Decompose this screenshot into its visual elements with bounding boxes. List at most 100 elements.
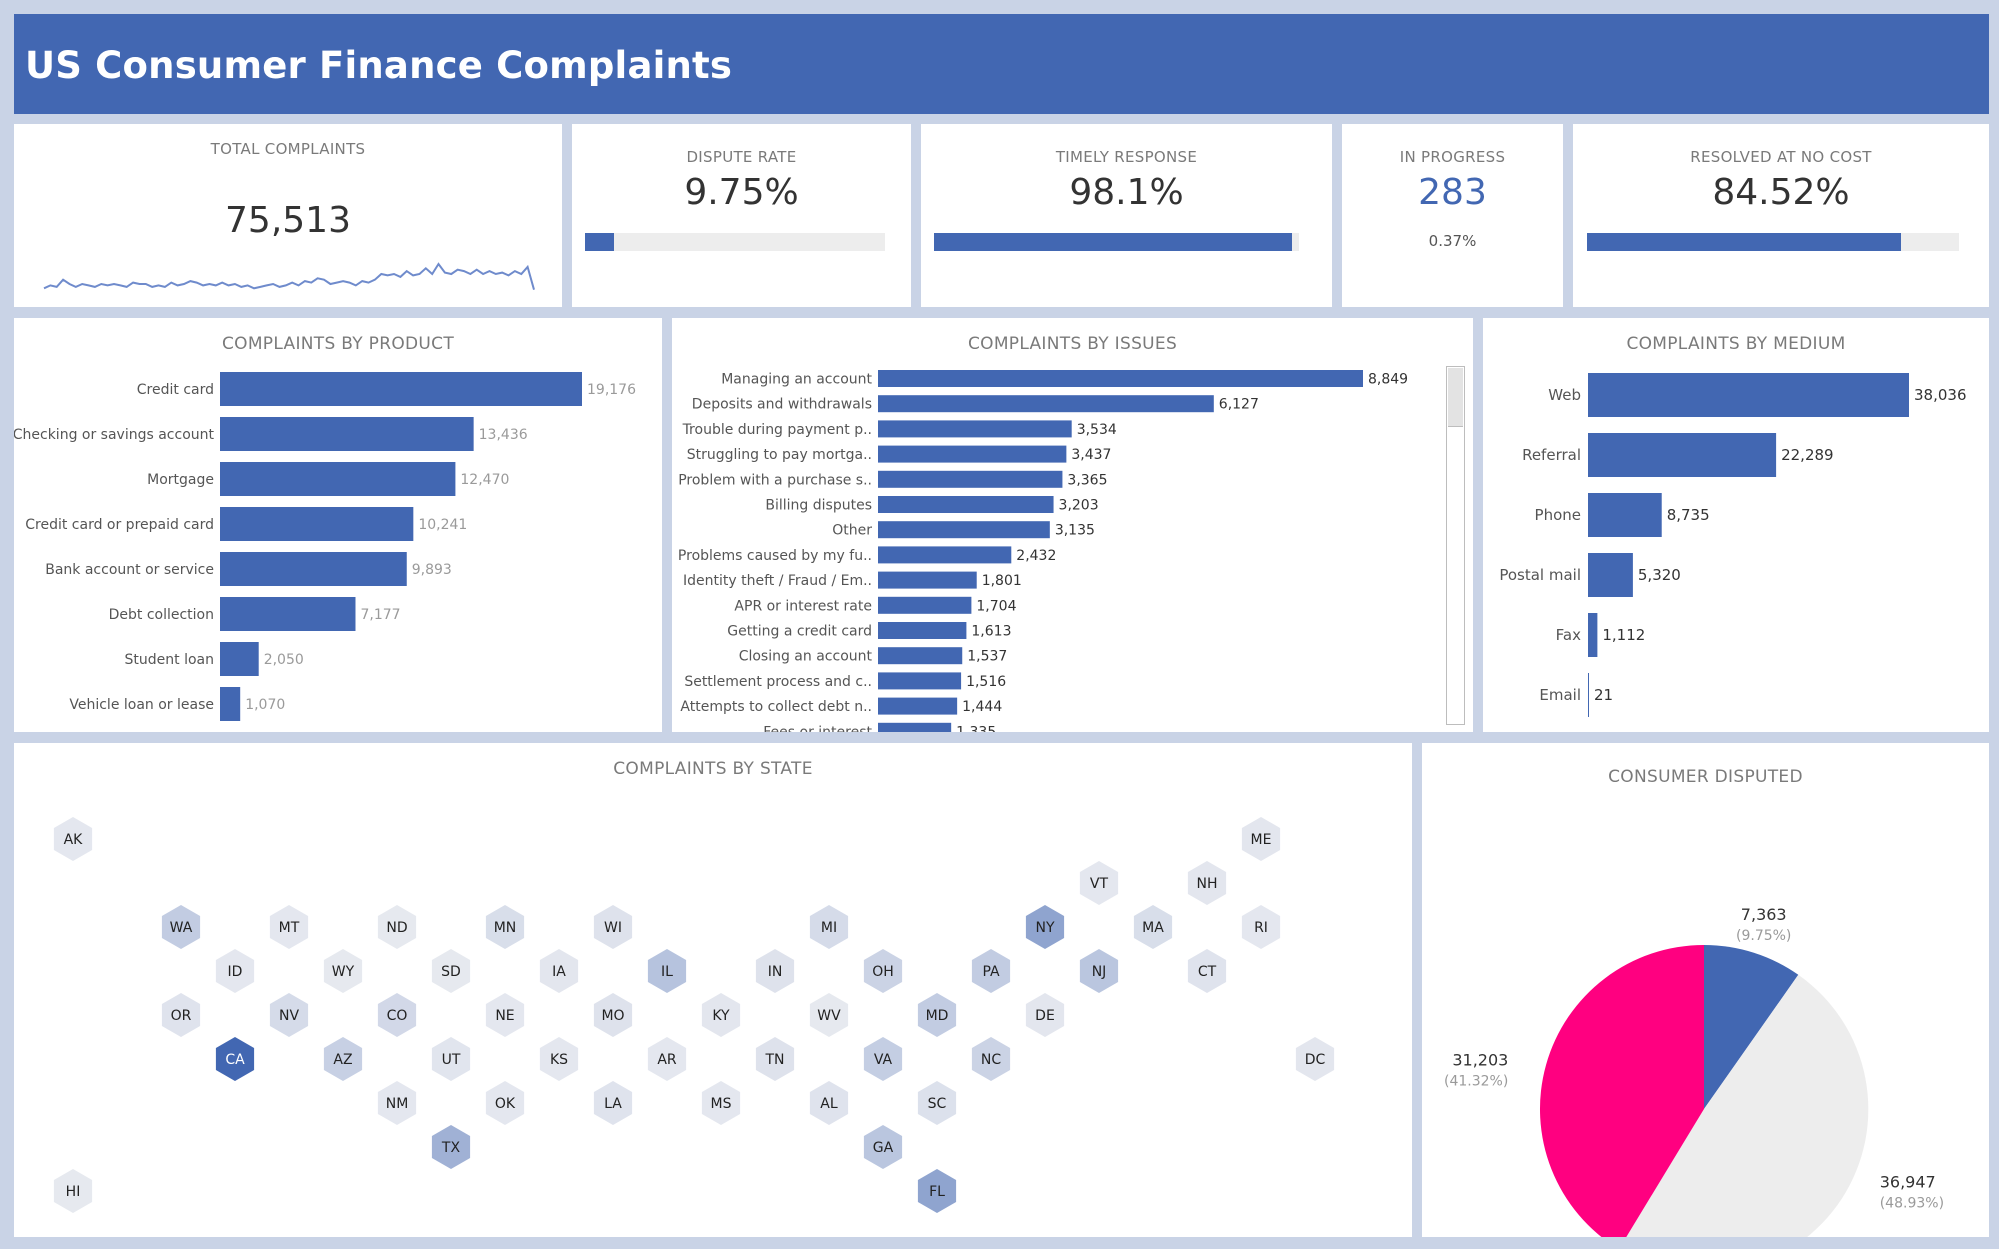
kpi-timely-response[interactable]: TIMELY RESPONSE 98.1%: [921, 124, 1332, 307]
bar[interactable]: [878, 420, 1072, 438]
bar[interactable]: [220, 417, 474, 451]
value-label: 3,203: [1059, 498, 1099, 514]
bar[interactable]: [878, 445, 1067, 463]
value-label: 1,444: [962, 699, 1002, 715]
bar[interactable]: [220, 597, 356, 631]
bar[interactable]: [1588, 493, 1662, 537]
state-label: CA: [225, 1052, 245, 1068]
slice-pct-label: (48.93%): [1880, 1195, 1944, 1211]
value-label: 2,050: [264, 652, 304, 668]
bar[interactable]: [878, 596, 972, 614]
bar[interactable]: [1588, 553, 1633, 597]
complaints-by-issues-chart[interactable]: Managing an account 8,849 Deposits and wit…: [672, 318, 1473, 732]
complaints-by-product-chart[interactable]: Credit card 19,176 Checking or savings acc…: [14, 318, 662, 732]
bar[interactable]: [878, 521, 1050, 539]
category-label: Web: [1548, 386, 1581, 404]
bar[interactable]: [220, 507, 414, 541]
value-label: 8,735: [1667, 506, 1710, 524]
state-label: NC: [981, 1052, 1001, 1068]
category-label: Student loan: [125, 652, 214, 668]
value-label: 22,289: [1781, 446, 1834, 464]
state-label: ID: [228, 964, 243, 980]
complaints-by-medium-chart[interactable]: Web 38,036 Referral 22,289 Phone 8,735 Postal …: [1483, 318, 1989, 732]
issues-scroll-thumb[interactable]: [1448, 368, 1463, 427]
panel-complaints-by-issues: COMPLAINTS BY ISSUES Managing an account…: [672, 318, 1473, 732]
value-label: 21: [1594, 686, 1613, 704]
panel-complaints-by-medium: COMPLAINTS BY MEDIUM Web 38,036 Referral 22…: [1483, 318, 1989, 732]
slice-pct-label: (9.75%): [1736, 928, 1791, 944]
slice-pct-label: (41.32%): [1444, 1074, 1508, 1090]
state-label: IA: [552, 964, 566, 980]
kpi-value: 283: [1418, 172, 1487, 213]
dashboard-title: US Consumer Finance Complaints: [25, 44, 733, 87]
state-label: VT: [1090, 876, 1109, 892]
category-label: Identity theft / Fraud / Em..: [683, 573, 872, 589]
state-label: TX: [441, 1140, 461, 1156]
bar[interactable]: [878, 395, 1214, 413]
state-label: MS: [711, 1096, 732, 1112]
total-complaints-sparkline[interactable]: [14, 124, 562, 307]
resolved-no-cost-bar-track: [1587, 233, 1959, 251]
category-label: Postal mail: [1499, 566, 1581, 584]
bar[interactable]: [220, 642, 259, 676]
state-label: AR: [657, 1052, 677, 1068]
bar[interactable]: [220, 372, 582, 406]
bar[interactable]: [878, 370, 1363, 387]
category-label: Email: [1539, 686, 1581, 704]
bar[interactable]: [220, 687, 241, 721]
kpi-label: TIMELY RESPONSE: [1055, 148, 1198, 166]
consumer-disputed-pie-chart[interactable]: 7,363 (9.75%) 36,947 (48.93%) 31,203 (41.32%): [1422, 743, 1989, 1237]
value-label: 3,534: [1077, 422, 1117, 438]
value-label: 12,470: [460, 472, 509, 488]
kpi-in-progress[interactable]: IN PROGRESS 283 0.37%: [1342, 124, 1563, 307]
kpi-resolved-no-cost[interactable]: RESOLVED AT NO COST 84.52%: [1573, 124, 1989, 307]
bar[interactable]: [878, 672, 962, 690]
state-label: NM: [386, 1096, 409, 1112]
bar[interactable]: [1588, 613, 1598, 657]
state-label: OR: [171, 1008, 192, 1024]
category-label: Other: [832, 523, 872, 539]
value-label: 1,335: [956, 724, 996, 732]
bar[interactable]: [1588, 673, 1589, 717]
category-label: Deposits and withdrawals: [692, 397, 872, 413]
bar[interactable]: [878, 647, 963, 665]
state-label: MN: [494, 920, 517, 936]
bar[interactable]: [1588, 373, 1909, 417]
state-label: AL: [820, 1096, 838, 1112]
panel-complaints-by-product: COMPLAINTS BY PRODUCT Credit card 19,176 C…: [14, 318, 662, 732]
kpi-dispute-rate[interactable]: DISPUTE RATE 9.75%: [572, 124, 911, 307]
value-label: 38,036: [1914, 386, 1967, 404]
bar[interactable]: [878, 722, 952, 732]
bar[interactable]: [220, 552, 407, 586]
bar[interactable]: [220, 462, 456, 496]
complaints-by-state-hexmap[interactable]: AK ME VT NH WA MT ND MN WI MI NY MA RI ID WY SD IA IL IN OH…: [14, 743, 1412, 1237]
state-label: NH: [1197, 876, 1218, 892]
bar[interactable]: [878, 496, 1054, 513]
state-label: KS: [550, 1052, 568, 1068]
state-label: ME: [1251, 832, 1272, 848]
sparkline-series: [43, 262, 535, 290]
category-label: Checking or savings account: [14, 427, 215, 443]
value-label: 10,241: [418, 517, 467, 533]
value-label: 19,176: [587, 382, 636, 398]
bar[interactable]: [878, 697, 958, 715]
category-label: Referral: [1522, 446, 1581, 464]
issues-scrollbar[interactable]: [1446, 366, 1465, 725]
category-label: Problem with a purchase s..: [678, 472, 872, 488]
state-label: MO: [601, 1008, 624, 1024]
bar[interactable]: [1588, 433, 1777, 477]
bar[interactable]: [878, 470, 1063, 488]
bar[interactable]: [878, 546, 1012, 564]
state-label: FL: [929, 1184, 945, 1200]
category-label: Getting a credit card: [727, 624, 872, 640]
value-label: 5,320: [1638, 566, 1681, 584]
kpi-sub-value: 0.37%: [1428, 232, 1477, 250]
state-label: WI: [604, 920, 622, 936]
category-label: Billing disputes: [765, 498, 872, 514]
state-label: ND: [386, 920, 407, 936]
bar[interactable]: [878, 571, 977, 589]
kpi-total-complaints[interactable]: TOTAL COMPLAINTS 75,513: [14, 124, 562, 307]
bar[interactable]: [878, 622, 967, 639]
category-label: Mortgage: [147, 472, 214, 488]
state-label: MD: [926, 1008, 949, 1024]
